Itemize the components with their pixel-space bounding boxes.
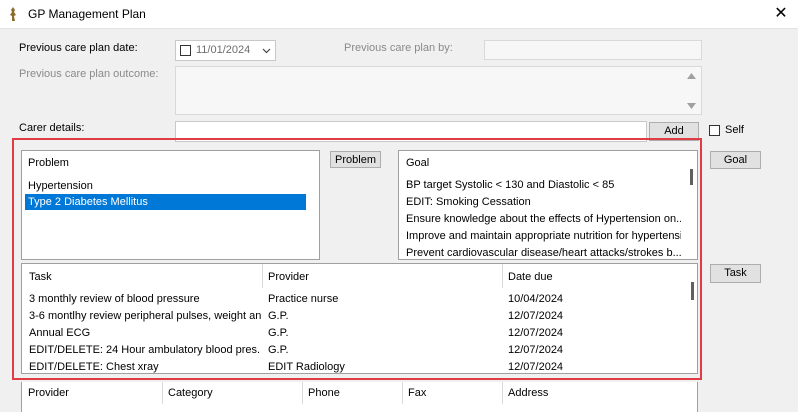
address-column-header[interactable]: Address <box>508 387 548 399</box>
provider-table[interactable]: Provider Category Phone Fax Address <box>21 382 698 412</box>
scroll-up-icon[interactable] <box>687 73 696 79</box>
scroll-down-icon[interactable] <box>687 103 696 109</box>
app-icon <box>10 7 16 21</box>
self-checkbox[interactable] <box>709 125 720 136</box>
fax-column-header[interactable]: Fax <box>408 387 426 399</box>
date-value: 11/01/2024 <box>196 44 251 56</box>
date-enabled-checkbox[interactable] <box>180 45 191 56</box>
category-column-header[interactable]: Category <box>168 387 213 399</box>
carer-details-label: Carer details: <box>19 122 85 134</box>
highlight-box <box>12 138 702 380</box>
phone-column-header[interactable]: Phone <box>308 387 340 399</box>
column-separator <box>162 382 163 404</box>
prev-care-plan-date-label: Previous care plan date: <box>19 42 138 54</box>
self-label: Self <box>725 124 744 136</box>
window-title: GP Management Plan <box>28 7 146 21</box>
prev-care-plan-outcome-field[interactable] <box>175 66 702 115</box>
prev-care-plan-by-label: Previous care plan by: <box>344 42 453 54</box>
prev-care-plan-date-picker[interactable]: 11/01/2024 <box>175 40 276 61</box>
chevron-down-icon[interactable] <box>262 48 271 54</box>
add-goal-button[interactable]: Goal <box>710 151 761 169</box>
column-separator <box>402 382 403 404</box>
column-separator <box>302 382 303 404</box>
prev-care-plan-by-field[interactable] <box>484 40 702 60</box>
prev-care-plan-outcome-label: Previous care plan outcome: <box>19 68 159 80</box>
add-task-button[interactable]: Task <box>710 264 761 283</box>
close-icon[interactable]: ✕ <box>770 4 792 24</box>
provider-column-header[interactable]: Provider <box>28 387 69 399</box>
column-separator <box>502 382 503 404</box>
